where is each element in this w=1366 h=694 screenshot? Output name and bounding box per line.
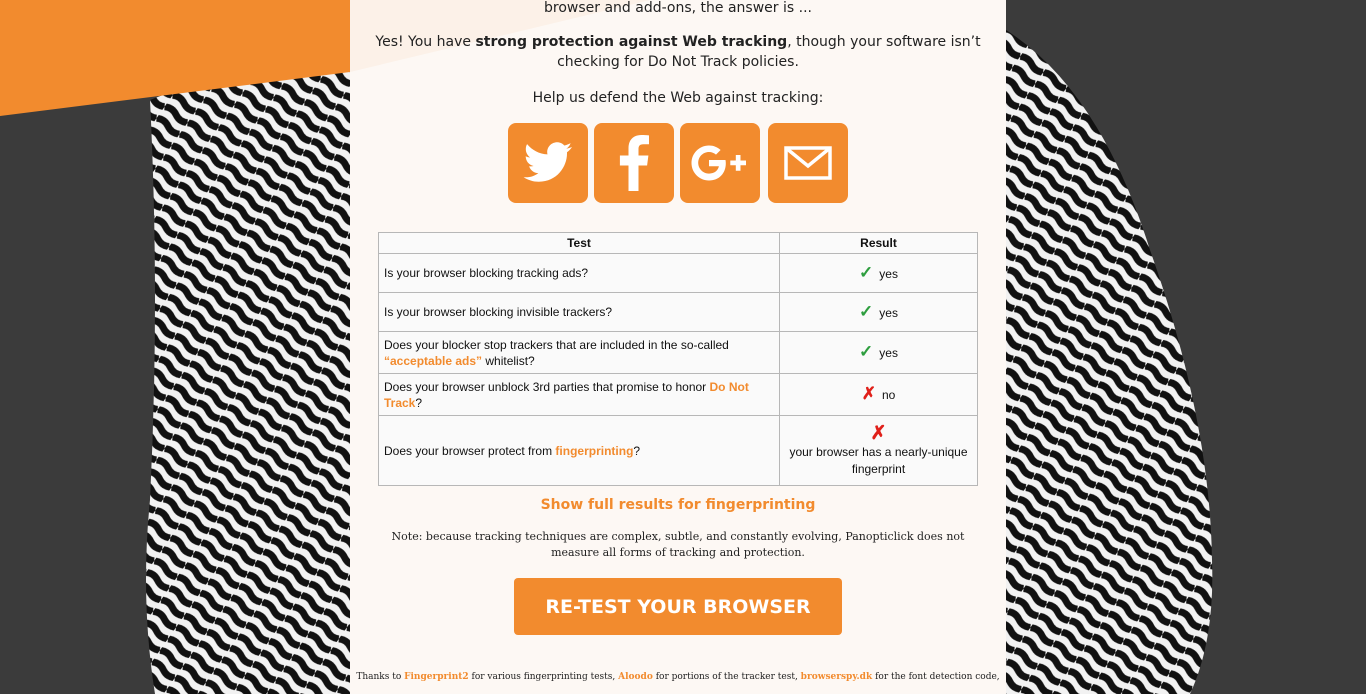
cross-icon: ✗ (861, 384, 876, 403)
column-header-result: Result (779, 232, 978, 254)
verdict-prefix: Yes! You have (375, 34, 476, 50)
test-result: ✗ no (779, 373, 978, 416)
column-header-test: Test (378, 232, 780, 254)
test-question: Is your browser blocking tracking ads? (378, 253, 780, 293)
result-text: yes (879, 266, 898, 281)
result-text: yes (879, 305, 898, 320)
google-plus-icon (691, 145, 746, 181)
email-share-button[interactable] (768, 123, 848, 203)
credits-text: Thanks to Fingerprint2 for various finge… (350, 672, 1006, 682)
question-text: whitelist? (482, 353, 535, 368)
credits-text-part: for various fingerprinting tests, (468, 672, 619, 682)
facebook-icon (619, 135, 649, 191)
check-icon: ✓ (859, 301, 874, 321)
fingerprinting-link[interactable]: fingerprinting (555, 444, 633, 458)
question-text: Does your blocker stop trackers that are… (384, 337, 729, 352)
test-result: ✓ yes (779, 253, 978, 293)
question-text: Does your browser protect from (384, 443, 556, 458)
table-row: Does your browser protect from fingerpri… (378, 415, 978, 486)
credits-text-part: Thanks to (356, 672, 405, 682)
test-result: ✓ yes (779, 292, 978, 332)
result-text: your browser has a nearly-unique fingerp… (789, 444, 968, 476)
test-result: ✗ your browser has a nearly-unique finger… (779, 415, 978, 486)
verdict-strong: strong protection against Web tracking (475, 34, 788, 50)
google-plus-share-button[interactable] (680, 123, 760, 203)
test-question: Does your blocker stop trackers that are… (378, 331, 780, 374)
table-row: Does your browser unblock 3rd parties th… (378, 373, 978, 416)
question-text: Does your browser unblock 3rd parties th… (384, 379, 710, 394)
twitter-icon (523, 142, 572, 182)
check-icon: ✓ (859, 262, 874, 282)
test-result: ✓ yes (779, 331, 978, 374)
result-text: yes (879, 346, 898, 360)
intro-text: browser and add-ons, the answer is ... (544, 0, 812, 16)
credits-text-part: for the font detection code, (872, 672, 1000, 682)
note-text: Note: because tracking techniques are co… (391, 530, 965, 559)
test-question: Does your browser protect from fingerpri… (378, 415, 780, 486)
results-table: Test Result Is your browser blocking tra… (378, 232, 978, 486)
help-text: Help us defend the Web against tracking: (532, 90, 824, 106)
test-question: Is your browser blocking invisible track… (378, 292, 780, 332)
email-icon (784, 146, 832, 180)
facebook-share-button[interactable] (594, 123, 674, 203)
test-question: Does your browser unblock 3rd parties th… (378, 373, 780, 416)
retest-button[interactable]: RE-TEST YOUR BROWSER (514, 578, 842, 635)
check-icon: ✓ (859, 342, 874, 361)
acceptable-ads-link[interactable]: “acceptable ads” (384, 354, 482, 368)
verdict-text: Yes! You have strong protection against … (370, 32, 986, 72)
table-row: Does your blocker stop trackers that are… (378, 331, 978, 374)
browserspy-link[interactable]: browserspy.dk (801, 672, 873, 682)
twitter-share-button[interactable] (508, 123, 588, 203)
result-text: no (881, 388, 896, 402)
content-panel: browser and add-ons, the answer is ... Y… (350, 0, 1006, 694)
cross-icon: ✗ (870, 422, 887, 444)
table-row: Is your browser blocking tracking ads? ✓… (378, 253, 978, 293)
aloodo-link[interactable]: Aloodo (618, 672, 653, 682)
question-text: ? (415, 395, 423, 410)
show-full-results-link[interactable]: Show full results for fingerprinting (350, 497, 1006, 513)
fingerprint2-link[interactable]: Fingerprint2 (404, 672, 469, 682)
table-row: Is your browser blocking invisible track… (378, 292, 978, 332)
question-text: ? (633, 443, 641, 458)
credits-text-part: for portions of the tracker test, (652, 672, 801, 682)
